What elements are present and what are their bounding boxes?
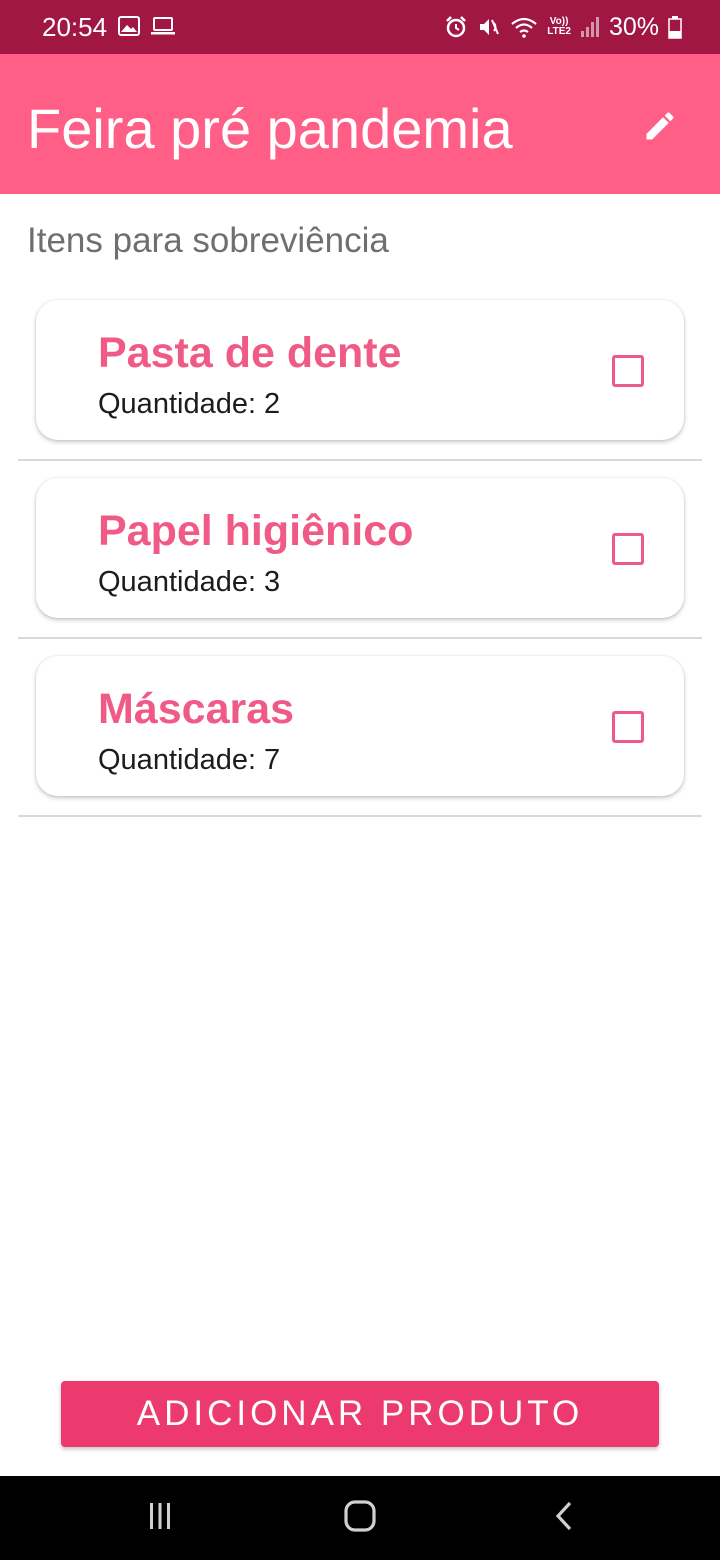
signal-icon [580, 16, 600, 38]
status-left-icons [118, 16, 176, 36]
divider [18, 459, 702, 461]
alarm-icon [444, 15, 468, 39]
quantity-label: Quantidade: [98, 744, 257, 776]
image-icon [118, 16, 140, 36]
back-button[interactable] [544, 1498, 584, 1538]
home-button[interactable] [336, 1498, 384, 1538]
status-time: 20:54 [42, 12, 108, 42]
navigation-bar [0, 1476, 720, 1560]
item-quantity: Quantidade: 7 [98, 742, 280, 778]
home-icon [343, 1499, 377, 1538]
list-item: Pasta de dente Quantidade: 2 [0, 300, 720, 478]
item-name: Papel higiênico [98, 507, 414, 555]
laptop-icon [150, 16, 176, 36]
section-label: Itens para sobreviência [27, 221, 389, 260]
battery-percent: 30% [608, 13, 659, 41]
item-checkbox[interactable] [612, 355, 644, 387]
edit-button[interactable] [634, 102, 686, 154]
item-checkbox[interactable] [612, 711, 644, 743]
page-title: Feira pré pandemia [27, 97, 513, 160]
back-icon [552, 1500, 576, 1537]
recent-apps-button[interactable] [140, 1498, 180, 1538]
list-item: Papel higiênico Quantidade: 3 [0, 478, 720, 656]
item-card[interactable]: Máscaras Quantidade: 7 [36, 656, 684, 796]
status-right-icons: Vo)) LTE2 30% [444, 12, 682, 42]
item-quantity: Quantidade: 3 [98, 564, 280, 600]
battery-icon [668, 15, 682, 39]
quantity-value: 2 [264, 388, 281, 420]
recent-apps-icon [145, 1501, 175, 1536]
status-bar: 20:54 Vo)) LTE2 30% [0, 0, 720, 54]
item-checkbox[interactable] [612, 533, 644, 565]
item-card[interactable]: Papel higiênico Quantidade: 3 [36, 478, 684, 618]
quantity-value: 7 [264, 744, 281, 776]
quantity-value: 3 [264, 566, 281, 598]
pencil-icon [642, 108, 678, 149]
app-bar: Feira pré pandemia [0, 54, 720, 194]
quantity-label: Quantidade: [98, 566, 257, 598]
wifi-icon [510, 15, 538, 39]
quantity-label: Quantidade: [98, 388, 257, 420]
item-card[interactable]: Pasta de dente Quantidade: 2 [36, 300, 684, 440]
network-type-label: Vo)) LTE2 [547, 16, 571, 37]
mute-icon [477, 15, 501, 39]
divider [18, 815, 702, 817]
item-quantity: Quantidade: 2 [98, 386, 280, 422]
item-name: Pasta de dente [98, 329, 402, 377]
list-item: Máscaras Quantidade: 7 [0, 656, 720, 834]
item-name: Máscaras [98, 685, 295, 733]
divider [18, 637, 702, 639]
add-product-button[interactable]: ADICIONAR PRODUTO [61, 1381, 659, 1447]
item-list: Pasta de dente Quantidade: 2 Papel higiên… [0, 300, 720, 834]
